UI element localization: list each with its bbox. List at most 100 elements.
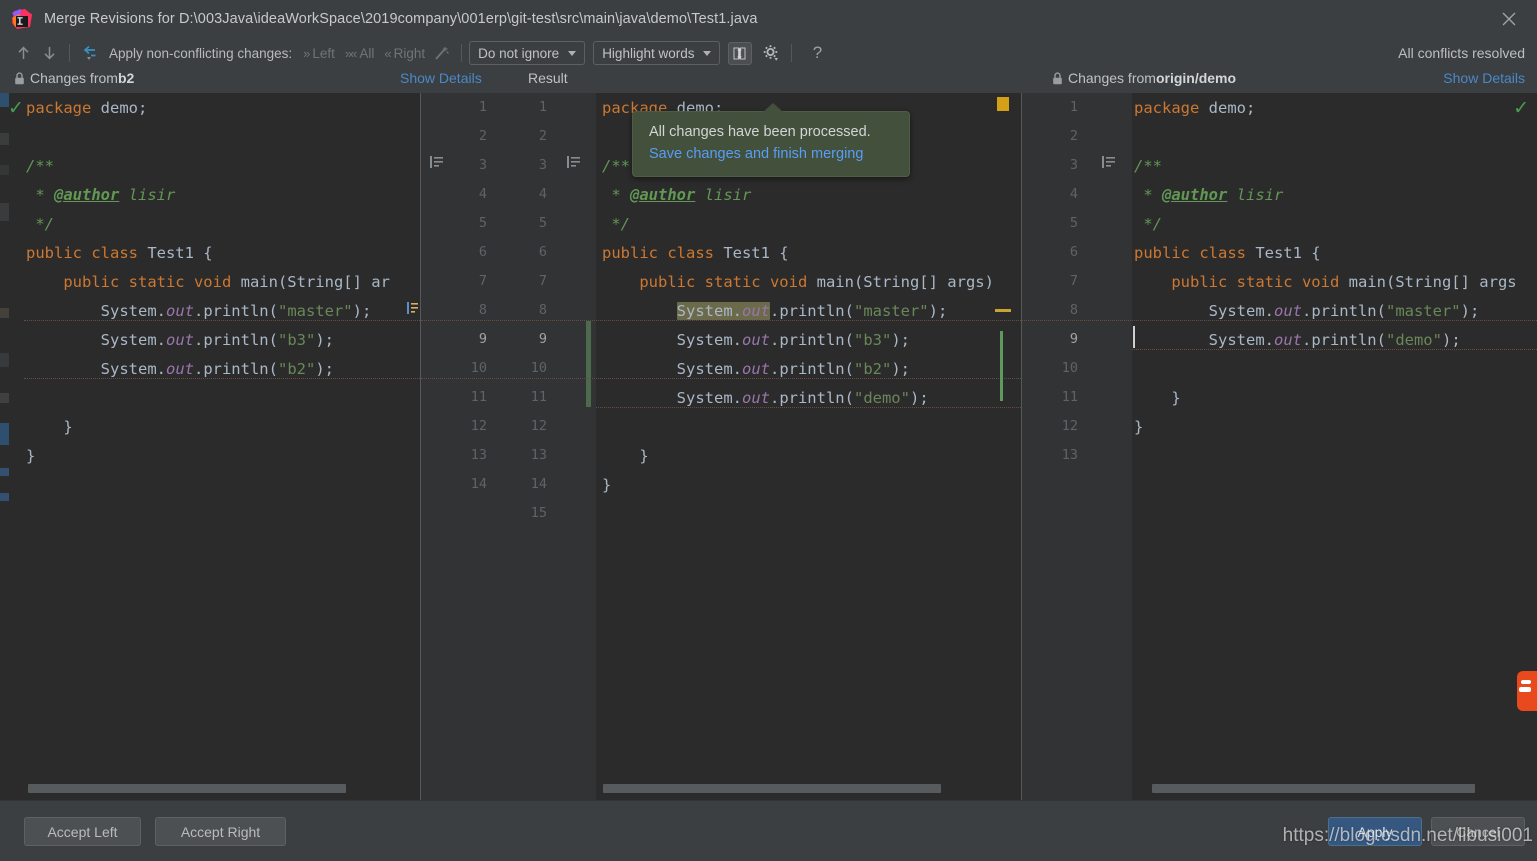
left-pane-prefix: Changes from xyxy=(30,70,118,86)
line-number: 5 xyxy=(538,215,547,231)
code-line: package demo; xyxy=(26,99,148,117)
code-line: public class Test1 { xyxy=(1134,244,1321,262)
apply-right-button[interactable]: « Right xyxy=(380,46,425,61)
center-accepted-change-mark xyxy=(1000,331,1003,401)
center-horizontal-scrollbar[interactable] xyxy=(603,784,941,793)
right-horizontal-scrollbar[interactable] xyxy=(1152,784,1475,793)
center-fold-marker-right-icon[interactable] xyxy=(567,156,581,174)
center-conflict-marker[interactable] xyxy=(995,309,1011,312)
window-title-bar: Merge Revisions for D:\003Java\ideaWorkS… xyxy=(0,0,1537,38)
chevron-right-double-icon: » xyxy=(303,45,310,61)
code-line: } xyxy=(26,447,36,465)
ignore-policy-dropdown[interactable]: Do not ignore xyxy=(469,41,586,65)
highlight-policy-dropdown[interactable]: Highlight words xyxy=(593,41,721,65)
left-code-content[interactable]: package demo; /** * @author lisir */ pub… xyxy=(0,93,420,800)
code-line: /** xyxy=(1134,157,1162,175)
center-pane-title: Result xyxy=(528,70,568,86)
apply-all-button[interactable]: »« All xyxy=(341,46,374,61)
code-line: } xyxy=(602,476,612,494)
line-number: 7 xyxy=(478,273,487,289)
line-number: 12 xyxy=(1061,418,1078,434)
code-line: public class Test1 { xyxy=(602,244,789,262)
line-number-active: 9 xyxy=(538,331,547,347)
diff-boundary-line xyxy=(596,407,1021,408)
collapse-unchanged-icon[interactable] xyxy=(728,41,753,65)
code-line: */ xyxy=(26,215,54,233)
right-show-details-link[interactable]: Show Details xyxy=(1443,70,1525,86)
line-number: 11 xyxy=(530,389,547,405)
merge-complete-tooltip: All changes have been processed. Save ch… xyxy=(632,103,910,177)
line-number: 2 xyxy=(1069,128,1078,144)
center-error-stripe-marker[interactable] xyxy=(997,97,1009,111)
right-editor-pane[interactable]: 1 2 3 4 5 6 7 8 9 10 11 12 13 package de… xyxy=(1022,93,1537,800)
arrow-up-icon[interactable] xyxy=(10,41,36,65)
screen-recorder-badge-icon xyxy=(1517,671,1537,711)
line-number: 6 xyxy=(538,244,547,260)
line-number: 15 xyxy=(530,505,547,521)
accept-right-button[interactable]: Accept Right xyxy=(155,817,286,846)
diff-boundary-line xyxy=(24,378,420,379)
line-number: 1 xyxy=(538,99,547,115)
line-number: 5 xyxy=(478,215,487,231)
chevron-both-icon: »« xyxy=(344,45,358,61)
tooltip-save-link[interactable]: Save changes and finish merging xyxy=(649,143,895,165)
code-line: /** xyxy=(26,157,54,175)
arrow-down-icon[interactable] xyxy=(36,41,62,65)
center-result-pane[interactable]: 1 2 3 4 5 6 7 8 9 10 11 12 13 14 1 2 3 4… xyxy=(421,93,1021,800)
center-code-content[interactable]: package demo; /** * @author lisir */ pub… xyxy=(596,93,1021,800)
lock-icon xyxy=(14,71,25,85)
line-number: 14 xyxy=(470,476,487,492)
right-code-content[interactable]: package demo; /** * @author lisir */ pub… xyxy=(1132,93,1537,800)
line-number: 3 xyxy=(478,157,487,173)
cancel-button[interactable]: Cancel xyxy=(1431,817,1525,846)
line-number-active: 9 xyxy=(1069,331,1078,347)
accept-left-button[interactable]: Accept Left xyxy=(24,817,141,846)
gear-icon[interactable] xyxy=(758,41,784,65)
code-line: * @author lisir xyxy=(602,186,752,204)
apply-left-button[interactable]: » Left xyxy=(299,46,335,61)
line-number: 1 xyxy=(1069,99,1078,115)
left-show-details-link[interactable]: Show Details xyxy=(400,70,482,86)
chevron-down-icon xyxy=(568,50,577,56)
left-pane-branch: b2 xyxy=(117,70,135,86)
merge-toolbar: Apply non-conflicting changes: » Left »«… xyxy=(0,38,1537,68)
center-fold-marker-left-icon[interactable] xyxy=(430,156,444,174)
line-number: 11 xyxy=(470,389,487,405)
line-number: 11 xyxy=(1061,389,1078,405)
code-line: System.out.println("demo"); xyxy=(602,389,929,407)
conflicts-status: All conflicts resolved xyxy=(1398,45,1525,61)
diff-boundary-line xyxy=(24,320,420,321)
right-pane-prefix: Changes from xyxy=(1068,70,1156,86)
close-icon[interactable] xyxy=(1481,0,1537,38)
apply-nonconflicting-label: Apply non-conflicting changes: xyxy=(109,45,293,61)
line-number: 1 xyxy=(478,99,487,115)
merge-editors: ✓ package demo; /** * @author lisir */ p… xyxy=(0,93,1537,800)
apply-button[interactable]: Apply xyxy=(1328,817,1422,846)
code-line: public class Test1 { xyxy=(26,244,213,262)
line-number: 3 xyxy=(538,157,547,173)
chevron-down-icon xyxy=(703,50,712,56)
code-line: } xyxy=(1134,418,1144,436)
apply-all-changes-icon[interactable] xyxy=(77,41,103,65)
code-line: */ xyxy=(1134,215,1162,233)
line-number: 12 xyxy=(530,418,547,434)
right-fold-marker-icon[interactable] xyxy=(1102,156,1116,174)
diff-boundary-line xyxy=(421,320,1021,321)
line-number: 4 xyxy=(478,186,487,202)
left-editor-pane[interactable]: ✓ package demo; /** * @author lisir */ p… xyxy=(0,93,420,800)
left-fold-marker-icon[interactable] xyxy=(407,301,419,320)
code-line: * @author lisir xyxy=(26,186,176,204)
help-button[interactable]: ? xyxy=(807,43,827,63)
diff-boundary-line xyxy=(421,378,1021,379)
code-line: System.out.println("b2"); xyxy=(26,360,334,378)
left-horizontal-scrollbar[interactable] xyxy=(28,784,346,793)
code-line: System.out.println("b3"); xyxy=(26,331,334,349)
code-line: System.out.println("master"); xyxy=(676,302,948,320)
line-number: 7 xyxy=(1069,273,1078,289)
line-number: 2 xyxy=(478,128,487,144)
code-line: } xyxy=(26,418,73,436)
code-line: System.out.println("demo"); xyxy=(1134,331,1461,349)
right-pane-branch: origin/demo xyxy=(1155,70,1237,86)
line-number: 12 xyxy=(470,418,487,434)
magic-wand-icon[interactable] xyxy=(428,41,454,65)
